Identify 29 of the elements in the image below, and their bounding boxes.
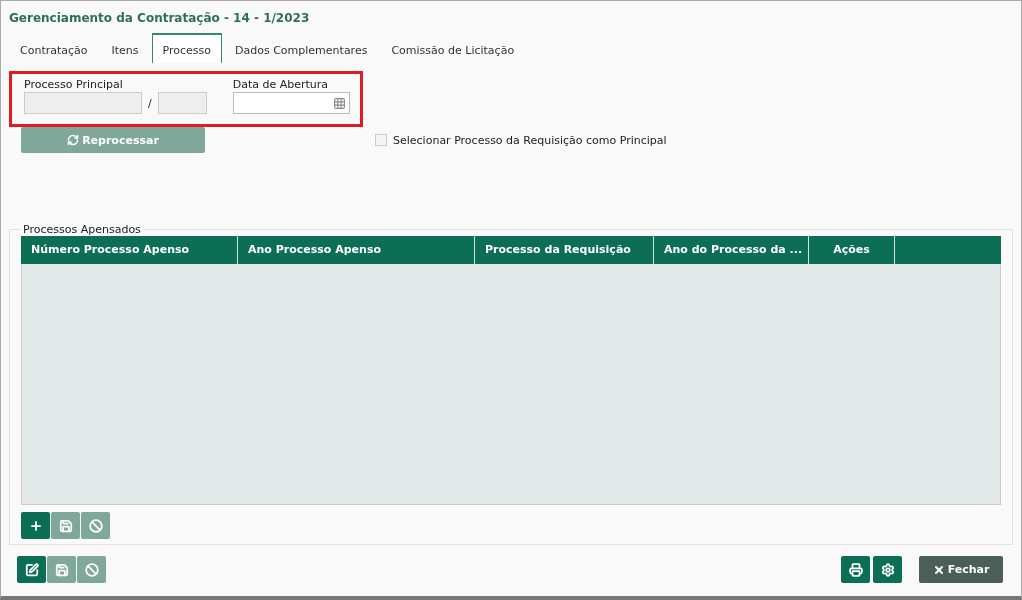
print-button[interactable]	[841, 556, 870, 583]
cancel-icon	[88, 518, 103, 533]
window-title: Gerenciamento da Contratação - 14 - 1/2023	[9, 10, 311, 27]
edit-icon	[24, 562, 39, 577]
tab[interactable]: Itens	[100, 39, 150, 63]
close-button[interactable]: Fechar	[919, 556, 1003, 583]
tab[interactable]: Contratação	[9, 39, 99, 63]
save-icon	[54, 562, 69, 577]
printer-icon	[848, 562, 863, 577]
separator-text: /	[148, 96, 152, 110]
plus-icon	[28, 518, 43, 533]
refresh-icon	[67, 134, 80, 146]
edit-button[interactable]	[17, 556, 46, 583]
fieldset-legend: Processos Apensados	[21, 223, 143, 236]
field-label: Processo Principal	[24, 78, 124, 91]
cancel-icon	[84, 562, 99, 577]
field-label: Data de Abertura	[232, 78, 330, 91]
close-icon	[932, 563, 945, 576]
tab[interactable]: Dados Complementares	[224, 39, 379, 63]
settings-button[interactable]	[873, 556, 902, 583]
checkbox[interactable]	[375, 134, 387, 146]
add-button[interactable]	[21, 512, 50, 539]
tab[interactable]: Processo	[151, 33, 223, 63]
save-icon	[58, 518, 73, 533]
date-field[interactable]	[232, 92, 350, 114]
calendar-icon	[332, 96, 346, 110]
tab[interactable]: Comissão de Licitação	[380, 39, 526, 63]
checkbox-label: Selecionar Processo da Requisição como Principal	[393, 133, 667, 147]
settings-icon	[880, 562, 895, 577]
